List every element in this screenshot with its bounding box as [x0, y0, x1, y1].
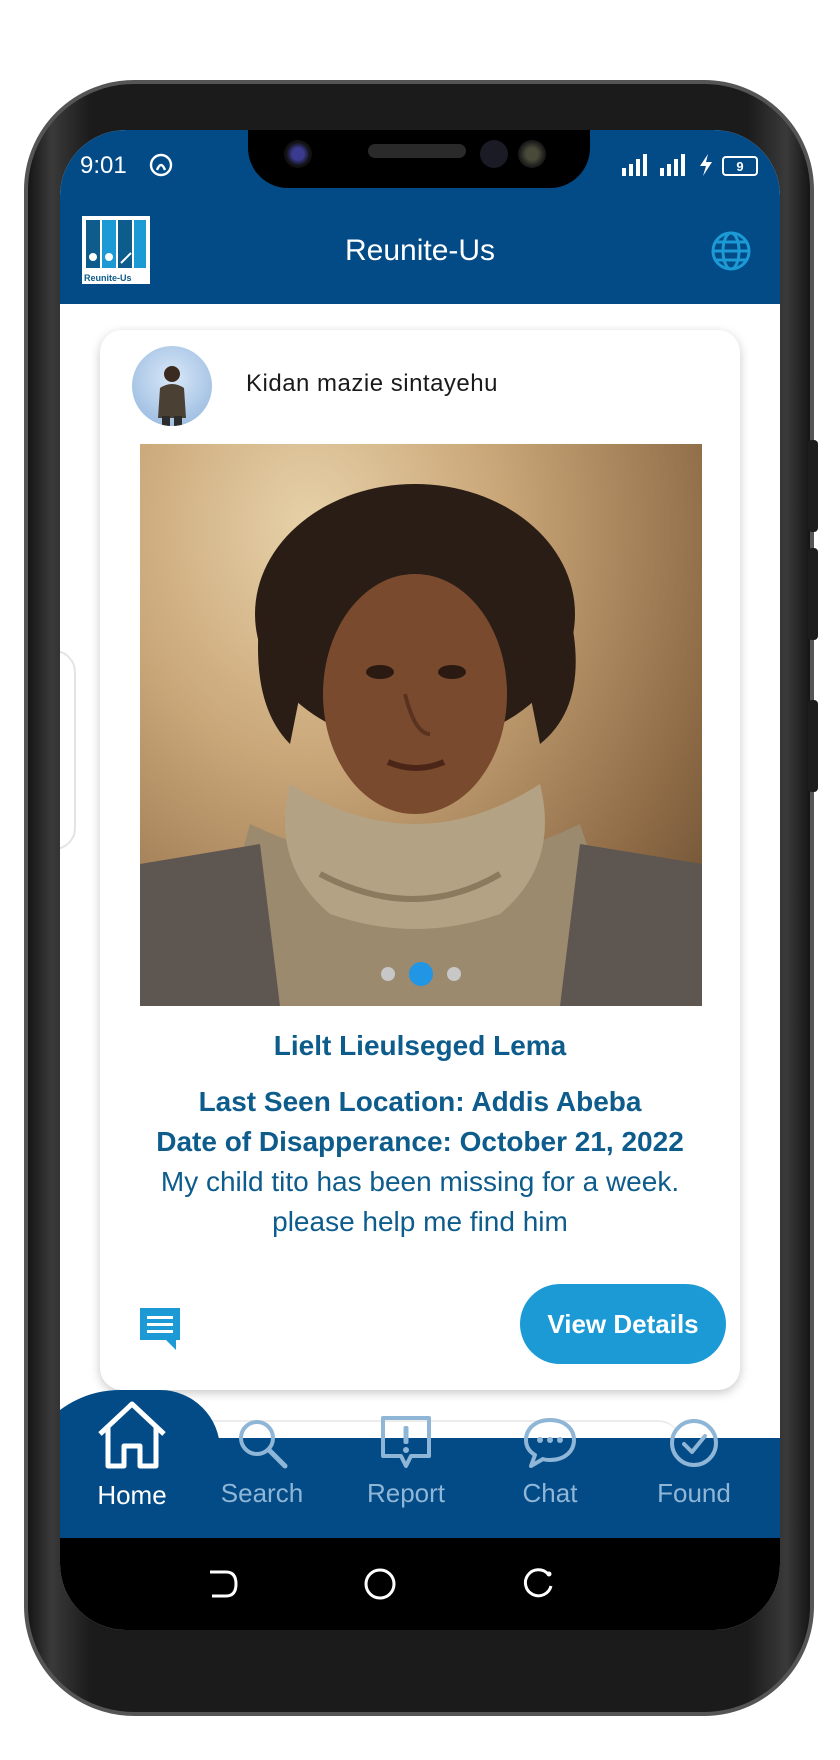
language-globe-icon[interactable] [710, 230, 752, 272]
back-button-icon[interactable] [204, 1566, 240, 1602]
app-title: Reunite-Us [344, 234, 496, 267]
nav-item-report[interactable]: Report [334, 1414, 478, 1538]
view-details-button[interactable]: View Details [520, 1284, 726, 1364]
status-icons: 9 [622, 154, 758, 176]
nav-label-chat: Chat [522, 1478, 578, 1508]
chat-icon [524, 1418, 576, 1468]
avatar-figure [158, 366, 186, 426]
portrait-illustration [140, 484, 702, 1006]
nav-label-report: Report [366, 1478, 446, 1508]
battery-level: 9 [736, 158, 744, 174]
carousel-indicator [140, 962, 702, 986]
nfc-icon [149, 153, 173, 177]
comment-icon[interactable] [140, 1308, 184, 1350]
recents-button-icon[interactable] [520, 1566, 556, 1602]
home-icon [98, 1401, 166, 1469]
status-time: 9:01 [80, 152, 127, 179]
camera-notch [248, 130, 590, 188]
sensor-2 [518, 140, 546, 168]
nav-item-found[interactable]: Found [622, 1414, 766, 1538]
poster-name[interactable]: Kidan mazie sintayehu [246, 370, 498, 398]
missing-person-photo[interactable] [140, 444, 702, 1006]
top-bar: 9:01 9 Reunite-Us Reunite-Us [60, 130, 780, 304]
logo-caption: Reunite-Us [84, 273, 132, 283]
nav-label-search: Search [220, 1478, 304, 1508]
search-icon [239, 1420, 288, 1469]
front-camera [284, 140, 312, 168]
volume-up-button [808, 440, 818, 532]
signal-2-icon [660, 154, 685, 176]
home-button-icon[interactable] [362, 1566, 398, 1602]
found-icon [670, 1419, 718, 1467]
nav-label-home: Home [97, 1480, 167, 1510]
volume-down-button [808, 548, 818, 640]
last-seen-location: Last Seen Location: Addis Abeba [198, 1086, 642, 1117]
missing-person-name: Lielt Lieulseged Lema [273, 1030, 567, 1061]
post-description: My child tito has been missing for a wee… [160, 1166, 680, 1237]
missing-person-card: Kidan mazie sintayehu Lielt Lieulseged L… [100, 330, 740, 1390]
date-of-disappearance: Date of Disapperance: October 21, 2022 [156, 1126, 684, 1157]
report-icon [381, 1416, 431, 1468]
carousel-dot[interactable] [447, 967, 461, 981]
power-button [808, 700, 818, 792]
nav-item-chat[interactable]: Chat [478, 1414, 622, 1538]
nav-label-found: Found [657, 1478, 731, 1508]
carousel-dot-active[interactable] [409, 962, 433, 986]
earpiece-speaker [368, 144, 466, 158]
charging-icon [700, 154, 712, 176]
nav-item-search[interactable]: Search [190, 1414, 334, 1538]
previous-card-peek [60, 650, 76, 850]
phone-screen: 9:01 9 Reunite-Us Reunite-Us Kidan mazie… [60, 130, 780, 1630]
poster-avatar[interactable] [132, 346, 212, 426]
system-navigation-bar [60, 1538, 780, 1630]
sensor [480, 140, 508, 168]
nav-item-home[interactable]: Home [60, 1396, 204, 1520]
battery-icon: 9 [722, 156, 758, 176]
carousel-dot[interactable] [381, 967, 395, 981]
signal-icon [622, 154, 647, 176]
